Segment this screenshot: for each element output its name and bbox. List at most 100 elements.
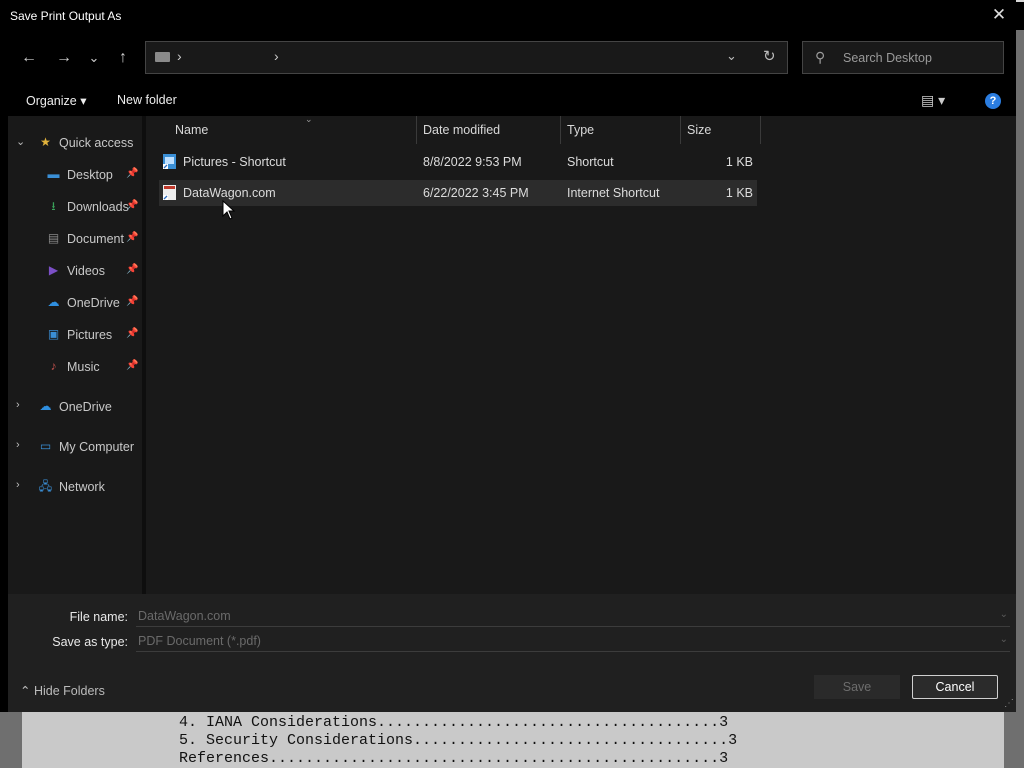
column-label: Name — [175, 123, 209, 137]
sidebar-item-my-computer[interactable]: › ▭ My Computer — [8, 433, 142, 461]
file-name: Pictures - Shortcut — [183, 155, 286, 169]
pin-icon[interactable]: 📌 — [126, 296, 138, 307]
help-icon[interactable]: ? — [985, 93, 1001, 109]
sidebar-item-label: Downloads — [67, 200, 129, 214]
file-size: 1 KB — [725, 186, 753, 200]
sidebar-item-videos[interactable]: ▶ Videos 📌 — [8, 257, 142, 285]
doc-line: 4. IANA Considerations..................… — [179, 714, 729, 731]
save-form: File name: DataWagon.com ⌄ Save as type:… — [8, 594, 1016, 712]
pin-icon[interactable]: 📌 — [126, 328, 138, 339]
sidebar-item-label: Network — [59, 480, 105, 494]
doc-line: References..............................… — [179, 750, 729, 767]
window-title: Save Print Output As — [10, 9, 122, 23]
mouse-cursor-icon — [222, 200, 236, 220]
sidebar-item-label: Music — [67, 360, 100, 374]
search-placeholder[interactable]: Search Desktop — [843, 51, 932, 65]
new-folder-button[interactable]: New folder — [117, 93, 177, 107]
file-name: DataWagon.com — [183, 186, 276, 200]
breadcrumb-separator[interactable]: › — [274, 48, 279, 64]
cloud-icon: ☁ — [47, 295, 60, 309]
download-icon: ⭳ — [51, 199, 56, 213]
hide-folders-label: Hide Folders — [33, 684, 105, 698]
sidebar-item-downloads[interactable]: ⭳ Downloads 📌 — [8, 193, 142, 221]
save-dialog: Save Print Output As ✕ ← → ⌄ ↑ › › ⌄ ↻ ⚲… — [0, 0, 1024, 712]
desktop-icon: ▬ — [47, 167, 60, 181]
file-name-value[interactable]: DataWagon.com — [138, 609, 231, 623]
view-options-icon[interactable]: ▤ ▾ — [921, 92, 945, 109]
save-type-select[interactable]: PDF Document (*.pdf) ⌄ — [136, 630, 1010, 652]
pin-icon[interactable]: 📌 — [126, 200, 138, 211]
pin-icon[interactable]: 📌 — [126, 232, 138, 243]
cancel-button[interactable]: Cancel — [912, 675, 998, 699]
column-label: Size — [687, 123, 712, 137]
sidebar-item-desktop[interactable]: ▬ Desktop 📌 — [8, 161, 142, 189]
resize-grip-icon[interactable]: ⋰ — [1004, 698, 1014, 709]
refresh-icon[interactable]: ↻ — [763, 47, 776, 65]
internet-shortcut-icon — [163, 185, 176, 200]
file-size: 1 KB — [725, 155, 753, 169]
hide-folders-button[interactable]: ⌃ Hide Folders — [20, 683, 105, 698]
sidebar-item-label: Videos — [67, 264, 105, 278]
column-label: Type — [567, 123, 595, 137]
table-row[interactable]: Pictures - Shortcut 8/8/2022 9:53 PM Sho… — [159, 149, 757, 175]
file-date: 8/8/2022 9:53 PM — [423, 155, 522, 169]
pin-icon[interactable]: 📌 — [126, 264, 138, 275]
sidebar-item-music[interactable]: ♪ Music 📌 — [8, 353, 142, 381]
column-label: Date modified — [423, 123, 501, 137]
file-list: Name ⌄ Date modified Type Size Pictures … — [146, 114, 1016, 594]
command-bar: Organize ▾ New folder ▤ ▾ ? — [8, 87, 1016, 115]
sidebar-item-label: Documents — [67, 232, 124, 246]
sort-arrow-icon: ⌄ — [305, 114, 313, 124]
column-header-name[interactable]: Name ⌄ — [162, 114, 417, 144]
chevron-down-icon[interactable]: ⌄ — [1000, 609, 1008, 620]
close-icon[interactable]: ✕ — [990, 5, 1008, 25]
sidebar-item-onedrive[interactable]: ☁ OneDrive 📌 — [8, 289, 142, 317]
chevron-up-icon: ⌃ — [20, 684, 34, 698]
shortcut-icon — [163, 154, 176, 169]
file-date: 6/22/2022 3:45 PM — [423, 186, 529, 200]
search-box[interactable]: ⚲ Search Desktop — [802, 41, 1004, 74]
background-document: 4. IANA Considerations..................… — [22, 712, 1004, 768]
address-dropdown-icon[interactable]: ⌄ — [726, 48, 737, 64]
file-type: Shortcut — [567, 155, 614, 169]
organize-button[interactable]: Organize ▾ — [26, 93, 86, 108]
recent-locations-button[interactable]: ⌄ — [83, 47, 105, 69]
file-name-field[interactable]: DataWagon.com ⌄ — [136, 605, 1010, 627]
file-name-label: File name: — [69, 610, 128, 624]
network-icon: 🖧 — [38, 479, 53, 493]
breadcrumb-separator[interactable]: › — [177, 48, 182, 64]
column-header-type[interactable]: Type — [561, 116, 681, 144]
table-row[interactable]: DataWagon.com 6/22/2022 3:45 PM Internet… — [159, 180, 757, 206]
star-icon: ★ — [40, 135, 51, 149]
computer-icon: ▭ — [39, 439, 52, 453]
drive-icon — [155, 52, 170, 62]
address-bar[interactable]: › › ⌄ ↻ — [145, 41, 788, 74]
save-type-value[interactable]: PDF Document (*.pdf) — [138, 634, 261, 648]
pin-icon[interactable]: 📌 — [126, 360, 138, 371]
doc-line: 5. Security Considerations..............… — [179, 732, 738, 749]
cloud-icon: ☁ — [39, 399, 52, 413]
column-header-size[interactable]: Size — [681, 116, 761, 144]
chevron-right-icon[interactable]: › — [16, 479, 20, 491]
save-button[interactable]: Save — [814, 675, 900, 699]
music-icon: ♪ — [50, 359, 57, 373]
chevron-right-icon[interactable]: › — [16, 399, 20, 411]
back-button[interactable]: ← — [18, 47, 40, 69]
sidebar-item-label: Quick access — [59, 136, 134, 150]
column-header-date[interactable]: Date modified — [417, 116, 561, 144]
search-icon: ⚲ — [815, 49, 826, 65]
sidebar-item-onedrive-root[interactable]: › ☁ OneDrive — [8, 393, 142, 421]
pin-icon[interactable]: 📌 — [126, 168, 138, 179]
sidebar-item-pictures[interactable]: ▣ Pictures 📌 — [8, 321, 142, 349]
chevron-right-icon[interactable]: › — [16, 439, 20, 451]
forward-button[interactable]: → — [53, 47, 75, 69]
sidebar-item-documents[interactable]: ▤ Documents 📌 — [8, 225, 142, 253]
document-icon: ▤ — [47, 231, 60, 245]
sidebar-item-network[interactable]: › 🖧 Network — [8, 473, 142, 501]
up-button[interactable]: ↑ — [112, 47, 134, 69]
sidebar-item-quick-access[interactable]: ⌄ ★ Quick access — [8, 129, 142, 157]
chevron-down-icon[interactable]: ⌄ — [16, 135, 25, 148]
sidebar-item-label: My Computer — [59, 440, 135, 454]
title-bar: Save Print Output As ✕ — [0, 2, 1024, 30]
chevron-down-icon[interactable]: ⌄ — [1000, 634, 1008, 645]
